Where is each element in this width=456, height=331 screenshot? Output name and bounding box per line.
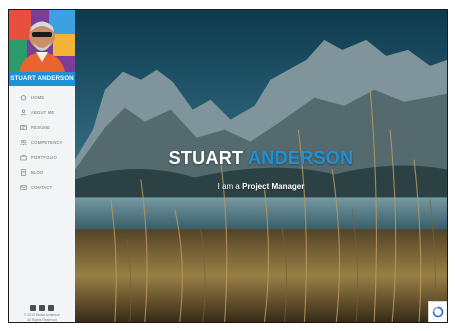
- nav-item-contact[interactable]: CONTACT: [9, 180, 75, 195]
- hero-title: STUART ANDERSON: [75, 148, 447, 169]
- nav-label-blog: BLOG: [31, 170, 44, 175]
- hero-section: STUART ANDERSON I am a Project Manager: [75, 10, 447, 322]
- user-icon: [20, 109, 27, 116]
- nav-item-competency[interactable]: COMPETENCY: [9, 135, 75, 150]
- nav-item-blog[interactable]: BLOG: [9, 165, 75, 180]
- facebook-icon[interactable]: [30, 305, 36, 311]
- sidebar-nav: HOME ABOUT ME RESUME COMPETENCY PORTFOLI…: [9, 90, 75, 195]
- copyright-line-2: All Rights Reserved: [27, 318, 57, 322]
- nav-label-portfolio: PORTFOLIO: [31, 155, 57, 160]
- nav-label-competency: COMPETENCY: [31, 140, 63, 145]
- nav-label-home: HOME: [31, 95, 45, 100]
- home-icon: [20, 94, 27, 101]
- hero-tagline: I am a Project Manager: [75, 182, 447, 191]
- nav-item-portfolio[interactable]: PORTFOLIO: [9, 150, 75, 165]
- hero-tagline-prefix: I am a: [217, 182, 240, 191]
- nav-item-home[interactable]: HOME: [9, 90, 75, 105]
- people-icon: [20, 140, 27, 146]
- nav-item-resume[interactable]: RESUME: [9, 120, 75, 135]
- social-links: [9, 305, 75, 311]
- copyright: © 2019 Stuart Anderson All Rights Reserv…: [9, 313, 75, 322]
- linkedin-icon[interactable]: [39, 305, 45, 311]
- nav-label-about-me: ABOUT ME: [31, 110, 55, 115]
- hero-first-name: STUART: [168, 148, 244, 168]
- hero-tagline-role: Project Manager: [242, 182, 305, 191]
- briefcase-icon: [20, 154, 27, 161]
- sidebar-name: STUART ANDERSON: [9, 72, 75, 86]
- recaptcha-icon: [432, 306, 444, 318]
- browser-viewport: STUART ANDERSON HOME ABOUT ME RESUME COM…: [8, 9, 448, 323]
- nav-label-contact: CONTACT: [31, 185, 53, 190]
- avatar: [9, 10, 75, 72]
- sidebar: STUART ANDERSON HOME ABOUT ME RESUME COM…: [9, 10, 76, 322]
- hero-last-name: ANDERSON: [248, 148, 354, 168]
- email-icon[interactable]: [48, 305, 54, 311]
- document-icon: [21, 169, 26, 176]
- nav-item-about-me[interactable]: ABOUT ME: [9, 105, 75, 120]
- resume-icon: [20, 125, 27, 130]
- recaptcha-badge[interactable]: [428, 301, 447, 322]
- mail-icon: [20, 185, 27, 190]
- nav-label-resume: RESUME: [31, 125, 51, 130]
